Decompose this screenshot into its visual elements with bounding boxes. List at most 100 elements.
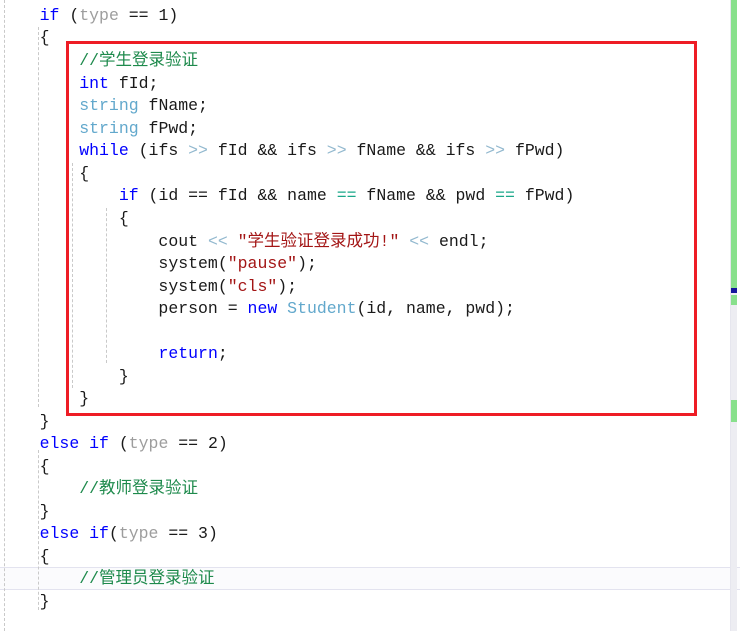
code-token-dim: type bbox=[79, 6, 119, 25]
code-line[interactable]: cout << "学生验证登录成功!" << endl; bbox=[0, 231, 740, 254]
code-token-plain: == bbox=[188, 186, 208, 205]
code-token-kw: if bbox=[39, 6, 60, 25]
code-line[interactable]: { bbox=[0, 27, 740, 50]
code-line[interactable]: } bbox=[0, 591, 740, 614]
code-token-dim: type bbox=[128, 434, 169, 453]
code-token-kw: else if bbox=[39, 434, 109, 453]
code-line[interactable]: if (type == 1) bbox=[0, 5, 740, 28]
code-editor-surface[interactable]: if (type == 1) { //学生登录验证 int fId; strin… bbox=[0, 0, 740, 631]
code-token-brace: } bbox=[0, 592, 50, 611]
code-line[interactable]: string fPwd; bbox=[0, 118, 740, 141]
change-bar-segment bbox=[731, 400, 737, 422]
code-token-kw: int bbox=[79, 74, 109, 93]
code-token-plain: ( bbox=[108, 524, 119, 543]
code-line[interactable]: person = new Student(id, name, pwd); bbox=[0, 298, 740, 321]
code-line[interactable]: int fId; bbox=[0, 73, 740, 96]
change-bar-track[interactable] bbox=[731, 0, 737, 631]
code-token-plain: fName && ifs bbox=[346, 141, 486, 160]
code-token-brace: { bbox=[0, 209, 129, 228]
code-line[interactable]: return; bbox=[0, 343, 740, 366]
code-editor-screenshot: if (type == 1) { //学生登录验证 int fId; strin… bbox=[0, 0, 740, 631]
code-line[interactable]: else if(type == 3) bbox=[0, 523, 740, 546]
code-line[interactable]: } bbox=[0, 366, 740, 389]
code-token-type: Student bbox=[287, 299, 357, 318]
code-token-kw: while bbox=[79, 141, 129, 160]
code-line[interactable]: //学生登录验证 bbox=[0, 50, 740, 73]
code-token-brace: } bbox=[0, 412, 50, 431]
code-token-string: "pause" bbox=[227, 254, 298, 273]
code-token-plain: == bbox=[118, 6, 159, 25]
code-line[interactable]: } bbox=[0, 388, 740, 411]
code-token-type: string bbox=[79, 96, 139, 115]
code-line[interactable]: } bbox=[0, 411, 740, 434]
code-token-brace: { bbox=[0, 457, 50, 476]
code-token-plain: system( bbox=[0, 277, 228, 296]
code-line[interactable]: { bbox=[0, 208, 740, 231]
code-token-plain: (ifs bbox=[128, 141, 189, 160]
code-token-stream: >> bbox=[188, 141, 208, 160]
code-token-plain: == 3) bbox=[158, 524, 218, 543]
code-token-brace: } bbox=[0, 502, 50, 521]
code-token-plain: ; bbox=[217, 344, 228, 363]
code-token-plain: ( bbox=[108, 434, 129, 453]
code-token-plain: fName && pwd bbox=[356, 186, 496, 205]
code-token-string: "cls" bbox=[227, 277, 278, 296]
code-token-plain: fPwd; bbox=[138, 119, 199, 138]
code-token-plain: (id bbox=[138, 186, 189, 205]
code-line[interactable]: else if (type == 2) bbox=[0, 433, 740, 456]
change-bar-segment bbox=[731, 0, 737, 290]
code-token-plain: fId; bbox=[108, 74, 159, 93]
code-token-plain: person = bbox=[0, 299, 248, 318]
code-token-comment: //学生登录验证 bbox=[79, 51, 199, 70]
code-line[interactable]: } bbox=[0, 501, 740, 524]
code-token-plain: cout bbox=[0, 232, 208, 251]
code-token-string: "学生验证登录成功!" bbox=[227, 232, 400, 251]
code-token-plain: fId && name bbox=[207, 186, 337, 205]
code-token-brace: { bbox=[0, 164, 90, 183]
code-token-plain: ); bbox=[277, 277, 298, 296]
code-token-kw: return bbox=[158, 344, 218, 363]
change-bar-segment bbox=[731, 295, 737, 305]
code-token-stream: << bbox=[207, 232, 228, 251]
code-token-brace: { bbox=[0, 547, 50, 566]
code-token-stream: << bbox=[409, 232, 430, 251]
code-token-dim: type bbox=[118, 524, 159, 543]
code-line[interactable]: //管理员登录验证 bbox=[0, 568, 740, 591]
code-line[interactable]: if (id == fId && name == fName && pwd ==… bbox=[0, 185, 740, 208]
code-line[interactable] bbox=[0, 321, 740, 344]
scroll-position-marker[interactable] bbox=[731, 288, 737, 293]
code-token-plain: fName; bbox=[138, 96, 208, 115]
code-token-eq: == bbox=[336, 186, 357, 205]
code-token-comment: //管理员登录验证 bbox=[79, 569, 215, 588]
code-token-plain: ( bbox=[59, 6, 80, 25]
code-token-stream: >> bbox=[326, 141, 347, 160]
code-line[interactable]: { bbox=[0, 546, 740, 569]
code-token-plain: == 2) bbox=[168, 434, 228, 453]
code-line[interactable]: system("cls"); bbox=[0, 276, 740, 299]
code-line[interactable]: //教师登录验证 bbox=[0, 478, 740, 501]
code-line[interactable]: { bbox=[0, 456, 740, 479]
code-token-type: string bbox=[79, 119, 139, 138]
code-token-kw: if bbox=[118, 186, 139, 205]
code-token-plain: fPwd) bbox=[514, 186, 575, 205]
code-token-eq: == bbox=[495, 186, 515, 205]
code-line[interactable]: system("pause"); bbox=[0, 253, 740, 276]
code-token-plain: ); bbox=[297, 254, 317, 273]
code-line[interactable]: while (ifs >> fId && ifs >> fName && ifs… bbox=[0, 140, 740, 163]
code-line[interactable]: string fName; bbox=[0, 95, 740, 118]
code-line[interactable]: { bbox=[0, 163, 740, 186]
